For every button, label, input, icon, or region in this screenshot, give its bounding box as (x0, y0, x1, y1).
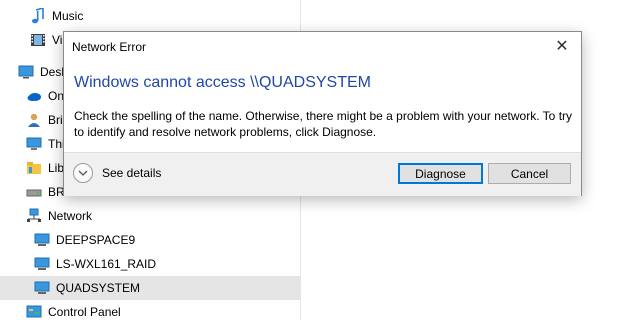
videos-icon (30, 32, 46, 48)
nav-item-user[interactable]: Bri (26, 108, 63, 132)
close-icon: ✕ (555, 38, 569, 55)
control-panel-icon (26, 304, 42, 320)
nav-item-label: LS-WXL161_RAID (56, 257, 157, 271)
cancel-button[interactable]: Cancel (488, 163, 571, 184)
user-icon (26, 112, 42, 128)
close-button[interactable]: ✕ (549, 35, 575, 57)
dialog-message: Check the spelling of the name. Otherwis… (74, 109, 573, 139)
drive-icon (26, 184, 42, 200)
nav-item-label: Lib (48, 161, 65, 175)
nav-item-control-panel[interactable]: Control Panel (26, 300, 121, 324)
nav-item-label: DEEPSPACE9 (56, 233, 136, 247)
nav-item-label: On (48, 89, 65, 103)
nav-item-libraries[interactable]: Lib (26, 156, 64, 180)
nav-item-deepspace9[interactable]: DEEPSPACE9 (34, 228, 135, 252)
computer-icon (34, 232, 50, 248)
desktop-icon (18, 64, 34, 80)
nav-item-desktop[interactable]: Desk (18, 60, 67, 84)
libraries-icon (26, 160, 42, 176)
nav-item-ls-wxl161-raid[interactable]: LS-WXL161_RAID (34, 252, 156, 276)
dialog-title: Network Error (72, 40, 147, 54)
nav-item-this-pc[interactable]: Thi (26, 132, 65, 156)
nav-item-label: Network (48, 209, 93, 223)
nav-item-label: QUADSYSTEM (56, 281, 141, 295)
this-pc-icon (26, 136, 42, 152)
nav-item-network[interactable]: Network (26, 204, 92, 228)
nav-item-music[interactable]: Music (30, 4, 83, 28)
computer-icon (34, 280, 50, 296)
computer-icon (34, 256, 50, 272)
music-note-icon (30, 8, 46, 24)
see-details-button[interactable]: See details (73, 163, 161, 183)
diagnose-button[interactable]: Diagnose (398, 163, 483, 184)
network-error-dialog: Network Error ✕ Windows cannot access \\… (63, 31, 582, 196)
nav-item-label: Music (52, 9, 84, 23)
nav-item-drive[interactable]: BR (26, 180, 65, 204)
network-icon (26, 208, 42, 224)
nav-item-onedrive[interactable]: On (26, 84, 64, 108)
onedrive-cloud-icon (26, 88, 42, 104)
nav-item-quadsystem[interactable]: QUADSYSTEM (0, 276, 300, 300)
see-details-label: See details (102, 166, 162, 180)
chevron-down-icon (73, 163, 93, 183)
nav-item-label: Control Panel (48, 305, 121, 319)
nav-item-label: Bri (48, 113, 63, 127)
dialog-heading: Windows cannot access \\QUADSYSTEM (74, 74, 371, 91)
dialog-footer: See details Diagnose Cancel (64, 152, 581, 196)
